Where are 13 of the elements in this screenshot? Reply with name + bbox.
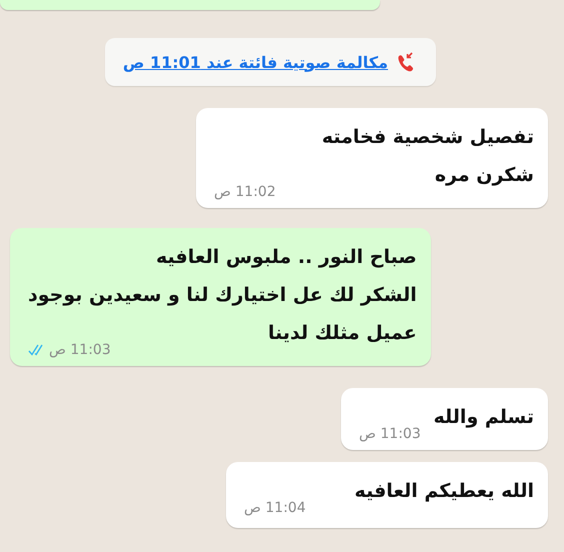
message-time: 11:03 ص <box>49 342 111 358</box>
message-text: عميل مثلك لدينا <box>268 321 417 346</box>
message-text: الشكر لك عل اختيارك لنا و سعيدين بوجود <box>28 283 417 308</box>
message-text: شكرن مره <box>434 163 534 188</box>
message-text: صباح النور .. ملبوس العافيه <box>156 245 417 270</box>
message-time: 11:04 ص <box>244 500 306 516</box>
message-time: 11:02 ص <box>214 184 276 200</box>
message-text: تسلم والله <box>434 405 534 430</box>
message-text: الله يعطيكم العافيه <box>354 479 534 504</box>
missed-call-icon <box>396 52 414 72</box>
message-time: 11:03 ص <box>359 426 421 442</box>
call-link[interactable]: مكالمة صوتية فائتة عند 11:01 ص <box>122 52 388 72</box>
message-text: تفصيل شخصية فخامته <box>322 125 534 150</box>
